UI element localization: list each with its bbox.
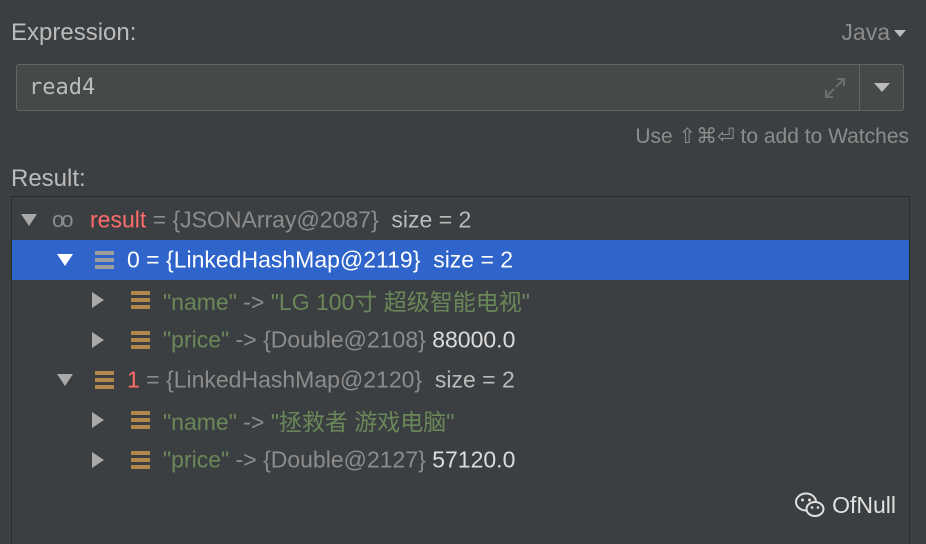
language-label: Java (841, 19, 890, 45)
equals: = (139, 246, 167, 273)
object-ref: {JSONArray@2087} (172, 206, 379, 233)
equals: = (146, 206, 173, 233)
var-name: result (90, 206, 147, 233)
expand-arrow-icon[interactable] (92, 412, 104, 428)
index-name: 1 (127, 366, 140, 393)
entry-arrow: -> (236, 289, 271, 315)
expand-icon[interactable] (811, 65, 859, 110)
expand-arrow-icon[interactable] (57, 374, 73, 386)
index-name: 0 (127, 246, 140, 273)
entry-key: "price" (163, 326, 230, 353)
expand-arrow-icon[interactable] (92, 452, 104, 468)
expand-arrow-icon[interactable] (57, 254, 73, 266)
tree-row-entry[interactable]: "name" -> "拯救者 游戏电脑" (12, 400, 909, 440)
entry-arrow: -> (229, 326, 264, 353)
object-ref: {Double@2108} (263, 326, 426, 353)
expand-arrow-icon[interactable] (21, 214, 37, 226)
size-value: size = 2 (391, 206, 472, 233)
tree-row-entry[interactable]: "price" -> {Double@2108} 88000.0 (12, 320, 909, 360)
watermark: OfNull (794, 491, 896, 519)
map-entry-icon (131, 291, 150, 309)
tree-row-item-0[interactable]: 0 = {LinkedHashMap@2119} size = 2 (12, 240, 909, 280)
object-ref: {Double@2127} (263, 446, 426, 473)
object-ref: {LinkedHashMap@2120} (166, 366, 423, 393)
entry-key: "price" (163, 446, 230, 473)
expression-input[interactable] (17, 65, 811, 110)
tree-row-entry[interactable]: "name" -> "LG 100寸 超级智能电视" (12, 280, 909, 320)
map-entry-icon (131, 451, 150, 469)
wechat-icon (795, 492, 825, 517)
entry-value: "LG 100寸 超级智能电视" (270, 289, 530, 315)
expression-label: Expression: (11, 19, 137, 46)
entry-value: 57120.0 (432, 446, 516, 473)
history-dropdown-button[interactable] (859, 65, 903, 110)
watch-glasses-icon: oo (52, 207, 74, 232)
chevron-down-icon (873, 83, 890, 92)
expand-arrow-icon[interactable] (92, 292, 104, 308)
size-value: size = 2 (434, 366, 515, 393)
tree-row-item-1[interactable]: 1 = {LinkedHashMap@2120} size = 2 (12, 360, 909, 400)
expand-arrow-icon[interactable] (92, 332, 104, 348)
entry-key: "name" (163, 289, 237, 315)
map-entry-icon (131, 411, 150, 429)
map-entry-icon (95, 371, 114, 389)
watermark-text: OfNull (832, 491, 896, 518)
entry-arrow: -> (236, 409, 271, 435)
map-entry-icon (131, 331, 150, 349)
result-label: Result: (11, 165, 86, 192)
watches-hint: Use ⇧⌘⏎ to add to Watches (635, 125, 909, 148)
chevron-down-icon (894, 30, 906, 37)
equals: = (139, 366, 167, 393)
evaluate-expression-dialog: Expression: Java Use ⇧⌘⏎ to add to Watch… (0, 0, 926, 544)
expression-field[interactable] (16, 64, 904, 111)
tree-row-entry[interactable]: "price" -> {Double@2127} 57120.0 (12, 440, 909, 480)
object-ref: {LinkedHashMap@2119} (166, 246, 421, 273)
size-value: size = 2 (433, 246, 514, 273)
tree-row-result[interactable]: oo result = {JSONArray@2087} size = 2 (12, 200, 909, 240)
language-dropdown[interactable]: Java (841, 19, 906, 46)
entry-arrow: -> (229, 446, 264, 473)
entry-value: 88000.0 (432, 326, 516, 353)
result-tree[interactable]: oo result = {JSONArray@2087} size = 2 0 … (11, 196, 910, 544)
entry-key: "name" (163, 409, 237, 435)
map-entry-icon (95, 251, 114, 269)
entry-value: "拯救者 游戏电脑" (270, 409, 455, 435)
